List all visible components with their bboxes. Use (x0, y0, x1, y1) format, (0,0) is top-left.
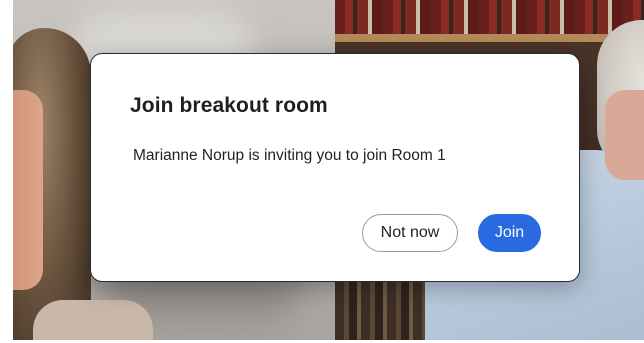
meeting-window: Join breakout room Marianne Norup is inv… (0, 0, 644, 343)
participant-shoulder (33, 300, 153, 340)
breakout-room-invite-dialog: Join breakout room Marianne Norup is inv… (90, 53, 580, 282)
dialog-message: Marianne Norup is inviting you to join R… (133, 147, 446, 164)
participant-face (13, 90, 43, 290)
participant-face (605, 90, 644, 180)
join-button[interactable]: Join (478, 214, 541, 252)
window-edge (0, 0, 13, 343)
not-now-button[interactable]: Not now (362, 214, 458, 252)
dialog-title: Join breakout room (130, 94, 328, 117)
bookshelf-board (335, 34, 644, 42)
bookshelf-books-top (335, 0, 644, 34)
